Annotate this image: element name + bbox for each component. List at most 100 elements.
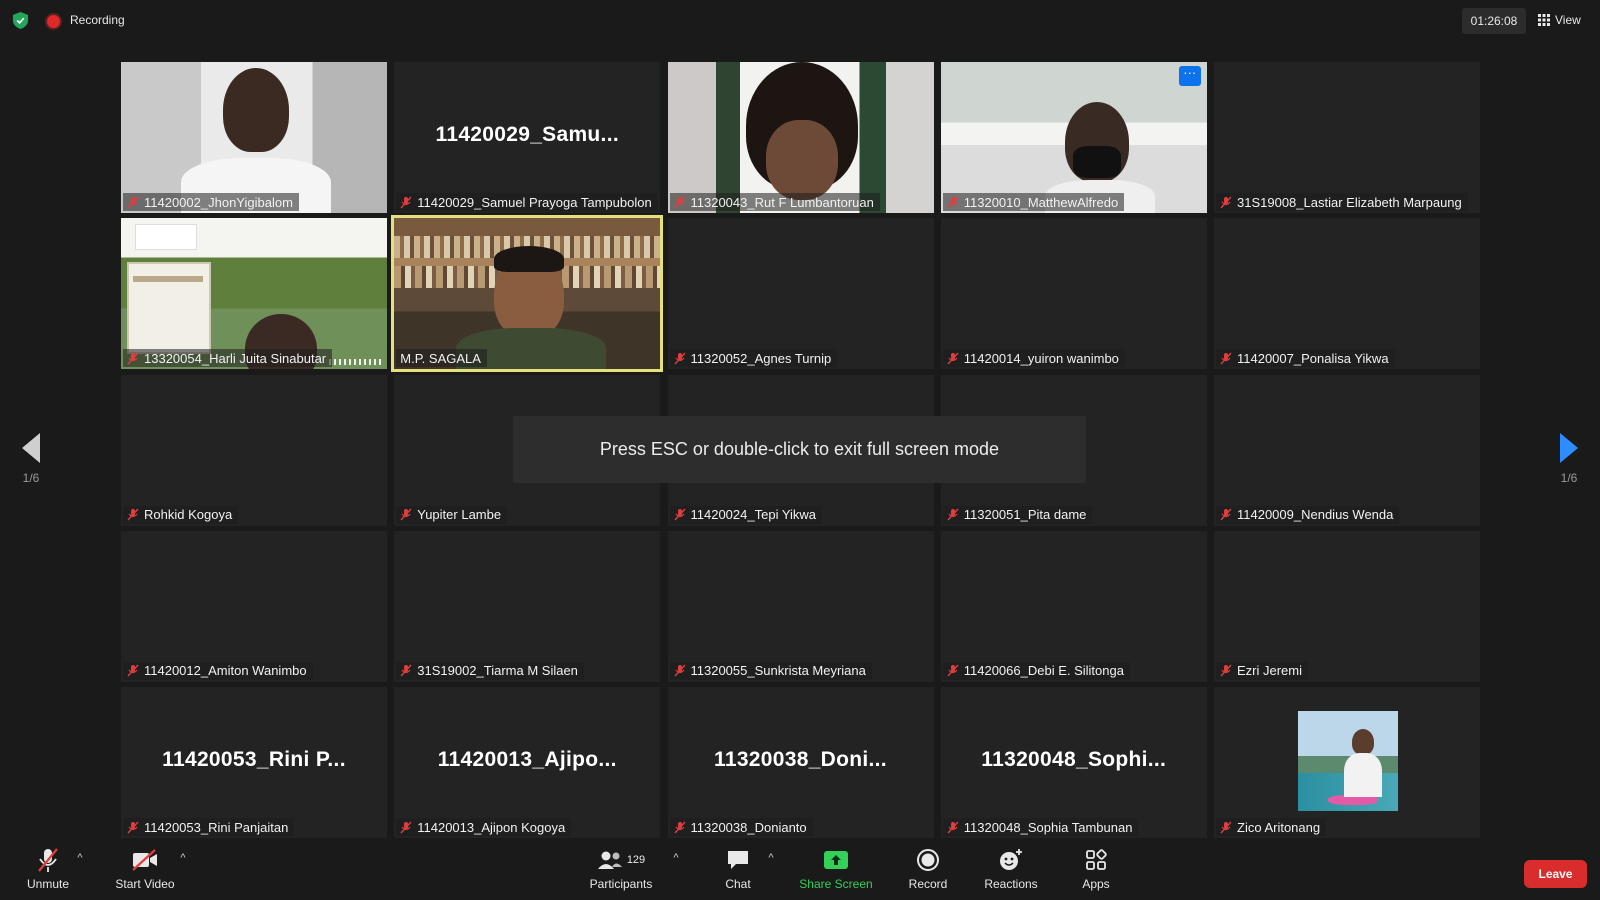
participant-tile[interactable]: 11320052_Agnes Turnip: [667, 218, 934, 370]
participant-tile[interactable]: 13320054_Harli Juita Sinabutar: [121, 218, 387, 370]
participant-display-name: 11420013_Ajipo...: [437, 747, 617, 771]
camera-off-icon: [132, 849, 157, 871]
participant-video: [121, 62, 387, 213]
participant-nameplate: 31S19008_Lastiar Elizabeth Marpaung: [1216, 193, 1468, 211]
participant-tile[interactable]: 31S19002_Tiarma M Silaen: [394, 530, 661, 682]
participant-nameplate: 11420066_Debi E. Silitonga: [942, 661, 1130, 680]
video-options-chevron-up-icon[interactable]: ^: [177, 852, 189, 864]
participant-tile[interactable]: Ezri Jeremi: [1214, 530, 1480, 682]
participant-tile[interactable]: Zico Aritonang: [1214, 687, 1480, 838]
reactions-icon: [1000, 849, 1022, 870]
participant-nameplate: 11420053_Rini Panjaitan: [123, 818, 295, 836]
participant-tile[interactable]: 31S19008_Lastiar Elizabeth Marpaung: [1214, 62, 1480, 213]
participant-nameplate: Ezri Jeremi: [1216, 661, 1309, 680]
participant-tile-active-speaker[interactable]: M.P. SAGALA: [391, 215, 664, 373]
reactions-button[interactable]: Reactions: [982, 846, 1040, 894]
participant-tile[interactable]: 11420007_Ponalisa Yikwa: [1214, 218, 1480, 370]
participant-tile[interactable]: 11420013_Ajipo... 11420013_Ajipon Kogoya: [394, 687, 661, 838]
participant-nameplate: Yupiter Lambe: [396, 505, 508, 524]
participant-tile[interactable]: 11420014_yuiron wanimbo: [940, 218, 1207, 370]
participant-tile[interactable]: 11420009_Nendius Wenda: [1214, 374, 1480, 526]
participant-nameplate: 11320043_Rut F Lumbantoruan: [669, 193, 880, 211]
grid-view-icon: [1538, 14, 1550, 26]
participant-tile[interactable]: 11420066_Debi E. Silitonga: [940, 530, 1207, 682]
next-page-button[interactable]: 1/6: [1554, 433, 1584, 503]
apps-label: Apps: [1082, 877, 1110, 891]
participant-name: 11420029_Samuel Prayoga Tampubolon: [417, 194, 652, 210]
mic-muted-icon: [673, 664, 686, 677]
share-screen-button[interactable]: Share Screen: [796, 846, 876, 894]
shield-icon[interactable]: [12, 12, 29, 29]
participant-nameplate: 11420029_Samuel Prayoga Tampubolon: [396, 193, 658, 211]
participant-tile[interactable]: 11320038_Doni... 11320038_Donianto: [667, 687, 934, 838]
mic-muted-icon: [947, 664, 959, 677]
participant-name: 11420012_Amiton Wanimbo: [144, 663, 307, 679]
start-video-button[interactable]: Start Video: [112, 846, 178, 894]
chat-icon: [728, 851, 748, 869]
participant-tile[interactable]: 11320055_Sunkrista Meyriana: [667, 530, 934, 682]
unmute-button[interactable]: Unmute: [24, 846, 72, 894]
participant-nameplate: Zico Aritonang: [1216, 818, 1327, 836]
participant-name: Ezri Jeremi: [1237, 663, 1303, 679]
chat-button[interactable]: Chat: [718, 846, 758, 894]
mic-muted-icon: [947, 508, 959, 521]
participant-nameplate: M.P. SAGALA: [396, 349, 487, 368]
participants-button[interactable]: 129 Participants: [586, 846, 656, 894]
unmute-label: Unmute: [26, 877, 70, 891]
page-indicator-left: 1/6: [22, 471, 40, 485]
participant-tile[interactable]: ··· 11320010_MatthewAlfredo: [940, 62, 1207, 213]
record-button[interactable]: Record: [906, 846, 950, 894]
participants-chevron-up-icon[interactable]: ^: [670, 852, 682, 864]
participant-name: M.P. SAGALA: [400, 350, 481, 366]
leave-button[interactable]: Leave: [1524, 860, 1587, 888]
view-button[interactable]: View: [1538, 9, 1581, 31]
more-options-button[interactable]: ···: [1178, 66, 1201, 86]
reactions-label: Reactions: [984, 877, 1038, 891]
participant-nameplate: 11320048_Sophia Tambunan: [942, 818, 1139, 836]
chat-label: Chat: [725, 877, 751, 891]
participant-tile[interactable]: 11320048_Sophi... 11320048_Sophia Tambun…: [940, 687, 1207, 838]
record-icon: [917, 849, 939, 871]
participant-display-name: 11320048_Sophi...: [981, 747, 1167, 771]
mic-muted-icon: [673, 821, 686, 833]
meeting-timer: 01:26:08: [1462, 8, 1526, 34]
mic-muted-icon: [1220, 508, 1232, 521]
top-bar: Recording 01:26:08 View: [0, 0, 1600, 40]
participant-display-name: 11320038_Doni...: [714, 747, 887, 771]
mic-muted-icon: [127, 352, 139, 365]
previous-page-button[interactable]: 1/6: [16, 433, 46, 503]
apps-button[interactable]: Apps: [1080, 846, 1112, 894]
participant-name: 11320038_Donianto: [690, 819, 807, 835]
mic-muted-icon: [400, 508, 412, 521]
participant-name: 11320052_Agnes Turnip: [690, 350, 832, 366]
participant-nameplate: 11320038_Donianto: [669, 818, 813, 836]
participant-nameplate: 11420007_Ponalisa Yikwa: [1216, 349, 1395, 368]
mic-muted-icon: [400, 196, 412, 208]
chat-chevron-up-icon[interactable]: ^: [765, 852, 777, 864]
participant-name: 11320051_Pita dame: [963, 507, 1087, 522]
participant-name: 11420013_Ajipon Kogoya: [417, 819, 566, 835]
audio-options-chevron-up-icon[interactable]: ^: [74, 852, 86, 864]
participant-name: 13320054_Harli Juita Sinabutar: [144, 350, 327, 366]
arrow-left-icon: [22, 433, 40, 463]
participant-display-name: 11420053_Rini P...: [162, 747, 346, 771]
participant-tile[interactable]: 11420053_Rini P... 11420053_Rini Panjait…: [121, 687, 387, 838]
participant-name: Yupiter Lambe: [417, 507, 502, 522]
mic-muted-icon: [1220, 664, 1232, 677]
participant-tile[interactable]: 11420029_Samu... 11420029_Samuel Prayoga…: [394, 62, 661, 213]
microphone-muted-icon: [38, 848, 58, 872]
participant-nameplate: 11420002_JhonYigibalom: [123, 193, 299, 211]
participants-label: Participants: [589, 877, 653, 891]
participant-tile[interactable]: 11320043_Rut F Lumbantoruan: [667, 62, 934, 213]
participant-nameplate: 11320052_Agnes Turnip: [669, 349, 838, 368]
participant-tile[interactable]: Rohkid Kogoya: [121, 374, 387, 526]
participant-name: 11320048_Sophia Tambunan: [963, 819, 1133, 835]
participant-name: 11420066_Debi E. Silitonga: [963, 663, 1124, 679]
participant-tile[interactable]: 11420012_Amiton Wanimbo: [121, 530, 387, 682]
mic-muted-icon: [127, 508, 139, 521]
participant-tile[interactable]: 11420002_JhonYigibalom: [121, 62, 387, 213]
participant-display-name: 11420029_Samu...: [435, 122, 619, 146]
participants-icon: [597, 851, 622, 869]
fullscreen-toast: Press ESC or double-click to exit full s…: [513, 416, 1086, 483]
meeting-toolbar: Unmute ^ Start Video ^ 129 Participants …: [0, 840, 1600, 900]
